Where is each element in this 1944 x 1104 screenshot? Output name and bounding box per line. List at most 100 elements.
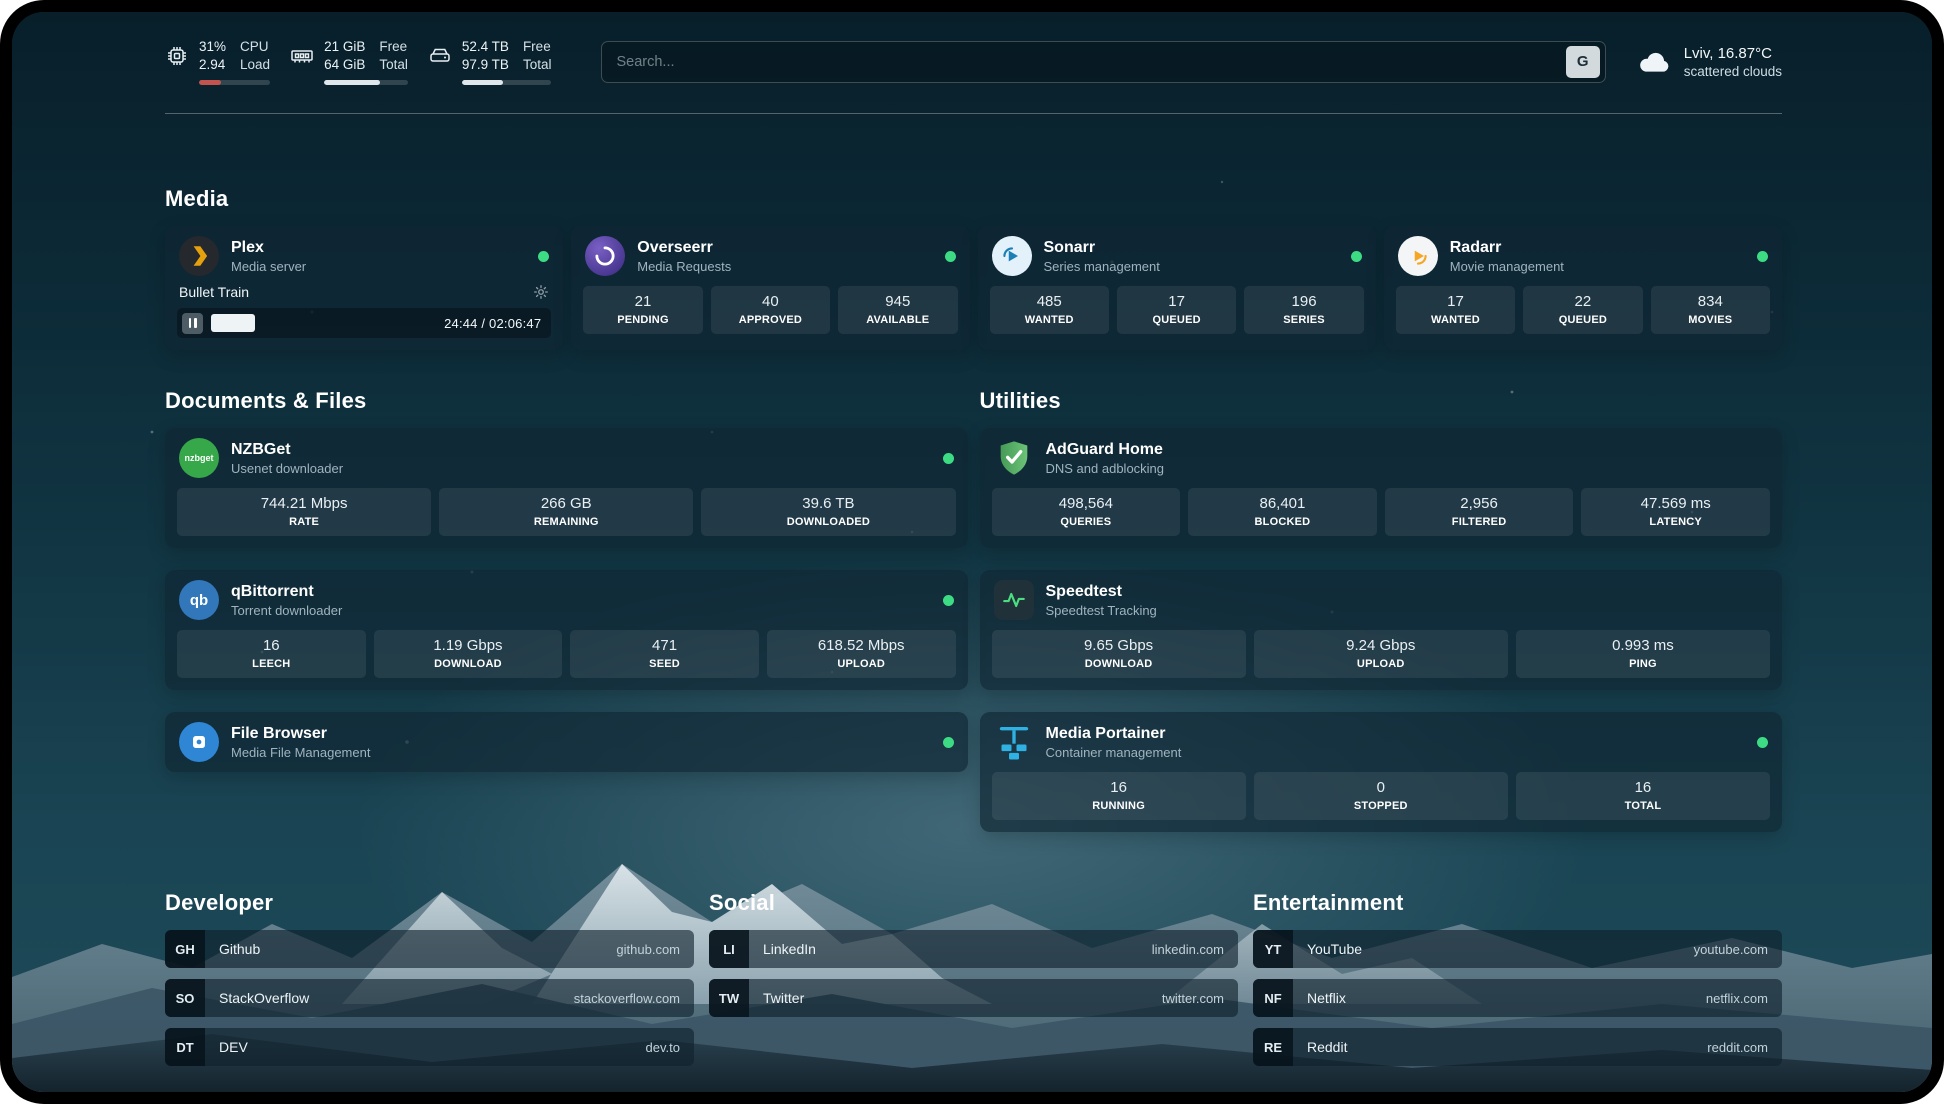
stat-rate: 744.21 Mbps RATE [177, 488, 431, 536]
bookmark-twitter[interactable]: TW Twitter twitter.com [709, 979, 1238, 1017]
cpu-usage-bar [199, 80, 270, 85]
app-description: Movie management [1450, 259, 1745, 274]
app-name: NZBGet [231, 441, 931, 459]
filebrowser-card[interactable]: File Browser Media File Management [165, 712, 968, 772]
status-dot [1757, 251, 1768, 262]
sonarr-icon [992, 236, 1032, 276]
stat-approved: 40 APPROVED [711, 286, 830, 334]
radarr-card[interactable]: Radarr Movie management 17 WANTED 2 [1384, 226, 1782, 350]
bookmark-youtube[interactable]: YT YouTube youtube.com [1253, 930, 1782, 968]
weather-text: Lviv, 16.87°C scattered clouds [1684, 45, 1782, 79]
stat-downloaded: 39.6 TB DOWNLOADED [701, 488, 955, 536]
now-playing-title: Bullet Train [179, 284, 533, 300]
top-bar: 31%2.94 CPULoad [165, 38, 1782, 85]
section-media: Media Plex Media server [165, 186, 1782, 350]
netflix-icon: NF [1253, 979, 1293, 1017]
sonarr-card[interactable]: Sonarr Series management 485 WANTED [978, 226, 1376, 350]
app-description: Series management [1044, 259, 1339, 274]
app-name: Overseerr [637, 239, 932, 257]
dev-icon: DT [165, 1028, 205, 1066]
stat-pending: 21 PENDING [583, 286, 702, 334]
stat-ping: 0.993 ms PING [1516, 630, 1770, 678]
disk-widget: 52.4 TB97.9 TB FreeTotal [428, 38, 552, 85]
youtube-icon: YT [1253, 930, 1293, 968]
search-engine-button[interactable]: G [1566, 46, 1600, 78]
bookmarks-developer: Developer GH Github github.com SO StackO… [165, 890, 694, 1066]
stat-queued: 17 QUEUED [1117, 286, 1236, 334]
section-title-social: Social [709, 890, 1238, 916]
speedtest-icon [994, 580, 1034, 620]
stat-seed: 471 SEED [570, 630, 759, 678]
gear-icon[interactable] [533, 284, 549, 300]
app-name: Plex [231, 239, 526, 257]
stat-series: 196 SERIES [1244, 286, 1363, 334]
status-dot [1351, 251, 1362, 262]
playback-time: 24:44 / 02:06:47 [444, 316, 541, 331]
adguard-card[interactable]: AdGuard Home DNS and adblocking 498,564 … [980, 428, 1783, 548]
cpu-widget: 31%2.94 CPULoad [165, 38, 270, 85]
overseerr-card[interactable]: Overseerr Media Requests 21 PENDING [571, 226, 969, 350]
status-dot [943, 453, 954, 464]
stat-filtered: 2,956 FILTERED [1385, 488, 1574, 536]
app-name: Sonarr [1044, 239, 1339, 257]
stat-stopped: 0 STOPPED [1254, 772, 1508, 820]
bookmark-dev[interactable]: DT DEV dev.to [165, 1028, 694, 1066]
status-dot [945, 251, 956, 262]
status-dot [943, 737, 954, 748]
stat-blocked: 86,401 BLOCKED [1188, 488, 1377, 536]
cpu-icon [165, 44, 189, 68]
github-icon: GH [165, 930, 205, 968]
cpu-labels: CPULoad [240, 38, 270, 74]
stat-leech: 16 LEECH [177, 630, 366, 678]
section-utilities: Utilities [980, 388, 1783, 832]
bookmark-github[interactable]: GH Github github.com [165, 930, 694, 968]
plex-player-bar: 24:44 / 02:06:47 [177, 308, 551, 338]
stat-latency: 47.569 ms LATENCY [1581, 488, 1770, 536]
section-title-developer: Developer [165, 890, 694, 916]
section-title-documents: Documents & Files [165, 388, 968, 414]
memory-widget: 21 GiB64 GiB FreeTotal [290, 38, 408, 85]
app-description: Container management [1046, 745, 1746, 760]
memory-values: 21 GiB64 GiB [324, 38, 365, 74]
qbittorrent-card[interactable]: qb qBittorrent Torrent downloader [165, 570, 968, 690]
section-title-utilities: Utilities [980, 388, 1783, 414]
dashboard-content: 31%2.94 CPULoad [12, 12, 1932, 1092]
bookmark-reddit[interactable]: RE Reddit reddit.com [1253, 1028, 1782, 1066]
app-description: Media File Management [231, 745, 931, 760]
plex-now-playing-row: Bullet Train [165, 284, 563, 300]
portainer-card[interactable]: Media Portainer Container management 16 … [980, 712, 1783, 832]
dashboard-screen: 31%2.94 CPULoad [12, 12, 1932, 1092]
filebrowser-icon [179, 722, 219, 762]
stat-queued: 22 QUEUED [1523, 286, 1642, 334]
playback-progress-track[interactable] [211, 314, 434, 332]
search-input[interactable] [616, 54, 1565, 70]
status-dot [538, 251, 549, 262]
app-description: Usenet downloader [231, 461, 931, 476]
ram-icon [290, 44, 314, 68]
cloud-icon [1636, 47, 1672, 77]
disk-values: 52.4 TB97.9 TB [462, 38, 509, 74]
pause-button[interactable] [182, 313, 203, 334]
status-dot [1757, 737, 1768, 748]
device-frame: 31%2.94 CPULoad [0, 0, 1944, 1104]
stackoverflow-icon: SO [165, 979, 205, 1017]
memory-labels: FreeTotal [379, 38, 408, 74]
stat-available: 945 AVAILABLE [838, 286, 957, 334]
stat-remaining: 266 GB REMAINING [439, 488, 693, 536]
speedtest-card[interactable]: Speedtest Speedtest Tracking 9.65 Gbps D… [980, 570, 1783, 690]
app-name: qBittorrent [231, 583, 931, 601]
search-bar: G [601, 41, 1605, 83]
nzbget-card[interactable]: nzbget NZBGet Usenet downloader [165, 428, 968, 548]
stat-wanted: 485 WANTED [990, 286, 1109, 334]
bookmarks-social: Social LI LinkedIn linkedin.com TW Twitt… [709, 890, 1238, 1066]
linkedin-icon: LI [709, 930, 749, 968]
plex-card[interactable]: Plex Media server Bullet Train [165, 226, 563, 350]
twitter-icon: TW [709, 979, 749, 1017]
bookmark-netflix[interactable]: NF Netflix netflix.com [1253, 979, 1782, 1017]
section-title-entertainment: Entertainment [1253, 890, 1782, 916]
app-name: Radarr [1450, 239, 1745, 257]
bookmark-stackoverflow[interactable]: SO StackOverflow stackoverflow.com [165, 979, 694, 1017]
bookmark-linkedin[interactable]: LI LinkedIn linkedin.com [709, 930, 1238, 968]
cpu-values: 31%2.94 [199, 38, 226, 74]
app-description: Media Requests [637, 259, 932, 274]
